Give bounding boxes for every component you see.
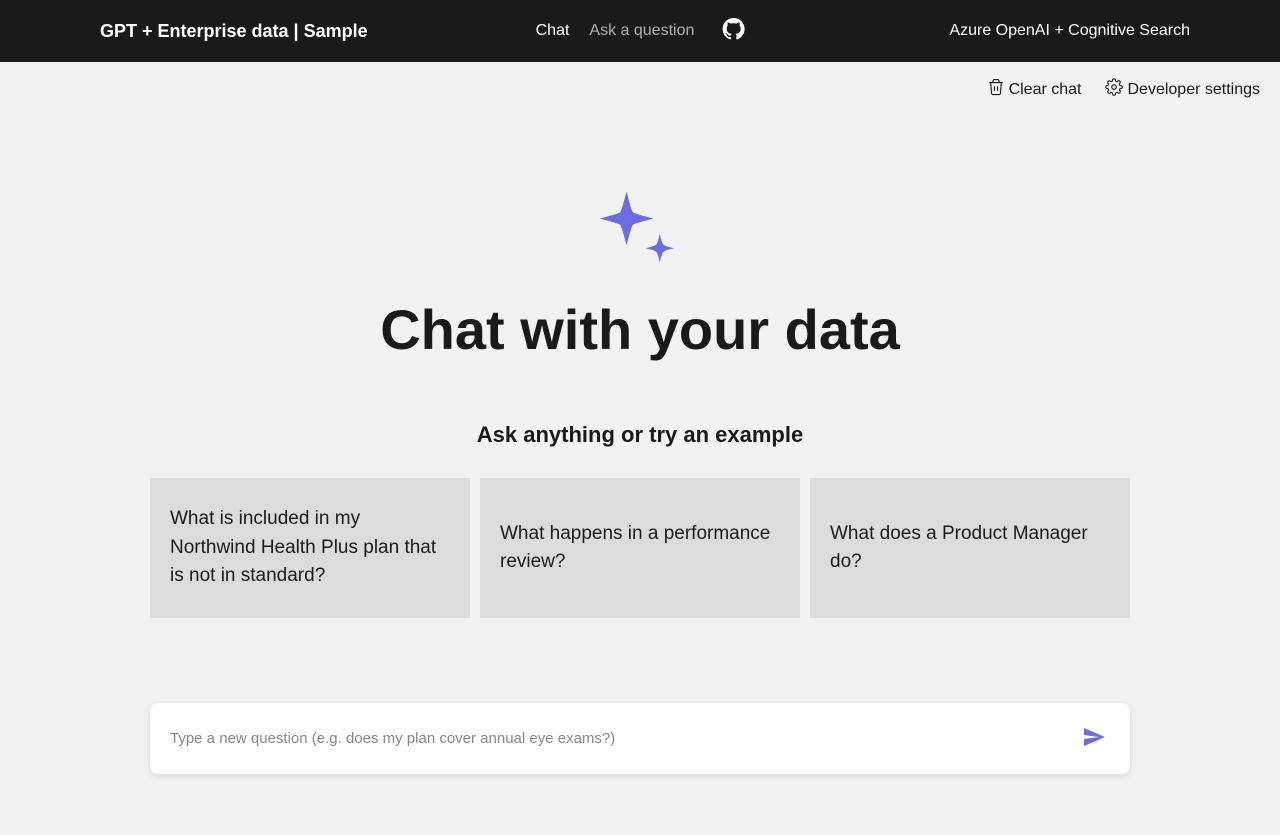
gear-icon: [1105, 78, 1123, 101]
page-title: Chat with your data: [380, 297, 900, 362]
send-icon: [1082, 725, 1106, 752]
nav-chat[interactable]: Chat: [536, 22, 570, 40]
toolbar: Clear chat Developer settings: [0, 62, 1280, 117]
github-icon: [722, 18, 744, 45]
trash-icon: [987, 78, 1005, 101]
send-button[interactable]: [1078, 721, 1110, 756]
developer-settings-button[interactable]: Developer settings: [1105, 78, 1260, 101]
question-input[interactable]: [170, 730, 1078, 747]
example-list: What is included in my Northwind Health …: [150, 478, 1130, 618]
sparkle-icon: [595, 187, 685, 277]
example-card-3[interactable]: What does a Product Manager do?: [810, 478, 1130, 618]
app-title: GPT + Enterprise data | Sample: [20, 21, 368, 42]
nav-ask-question[interactable]: Ask a question: [589, 22, 694, 40]
main-content: Chat with your data Ask anything or try …: [0, 117, 1280, 774]
page-subtitle: Ask anything or try an example: [477, 422, 803, 448]
question-input-container: [150, 703, 1130, 774]
example-card-2[interactable]: What happens in a performance review?: [480, 478, 800, 618]
clear-chat-button[interactable]: Clear chat: [987, 78, 1082, 101]
github-link[interactable]: [722, 18, 744, 45]
example-card-1[interactable]: What is included in my Northwind Health …: [150, 478, 470, 618]
clear-chat-label: Clear chat: [1009, 81, 1082, 99]
header-right-text: Azure OpenAI + Cognitive Search: [949, 22, 1260, 40]
developer-settings-label: Developer settings: [1127, 81, 1260, 99]
app-header: GPT + Enterprise data | Sample Chat Ask …: [0, 0, 1280, 62]
header-nav: Chat Ask a question: [536, 18, 745, 45]
